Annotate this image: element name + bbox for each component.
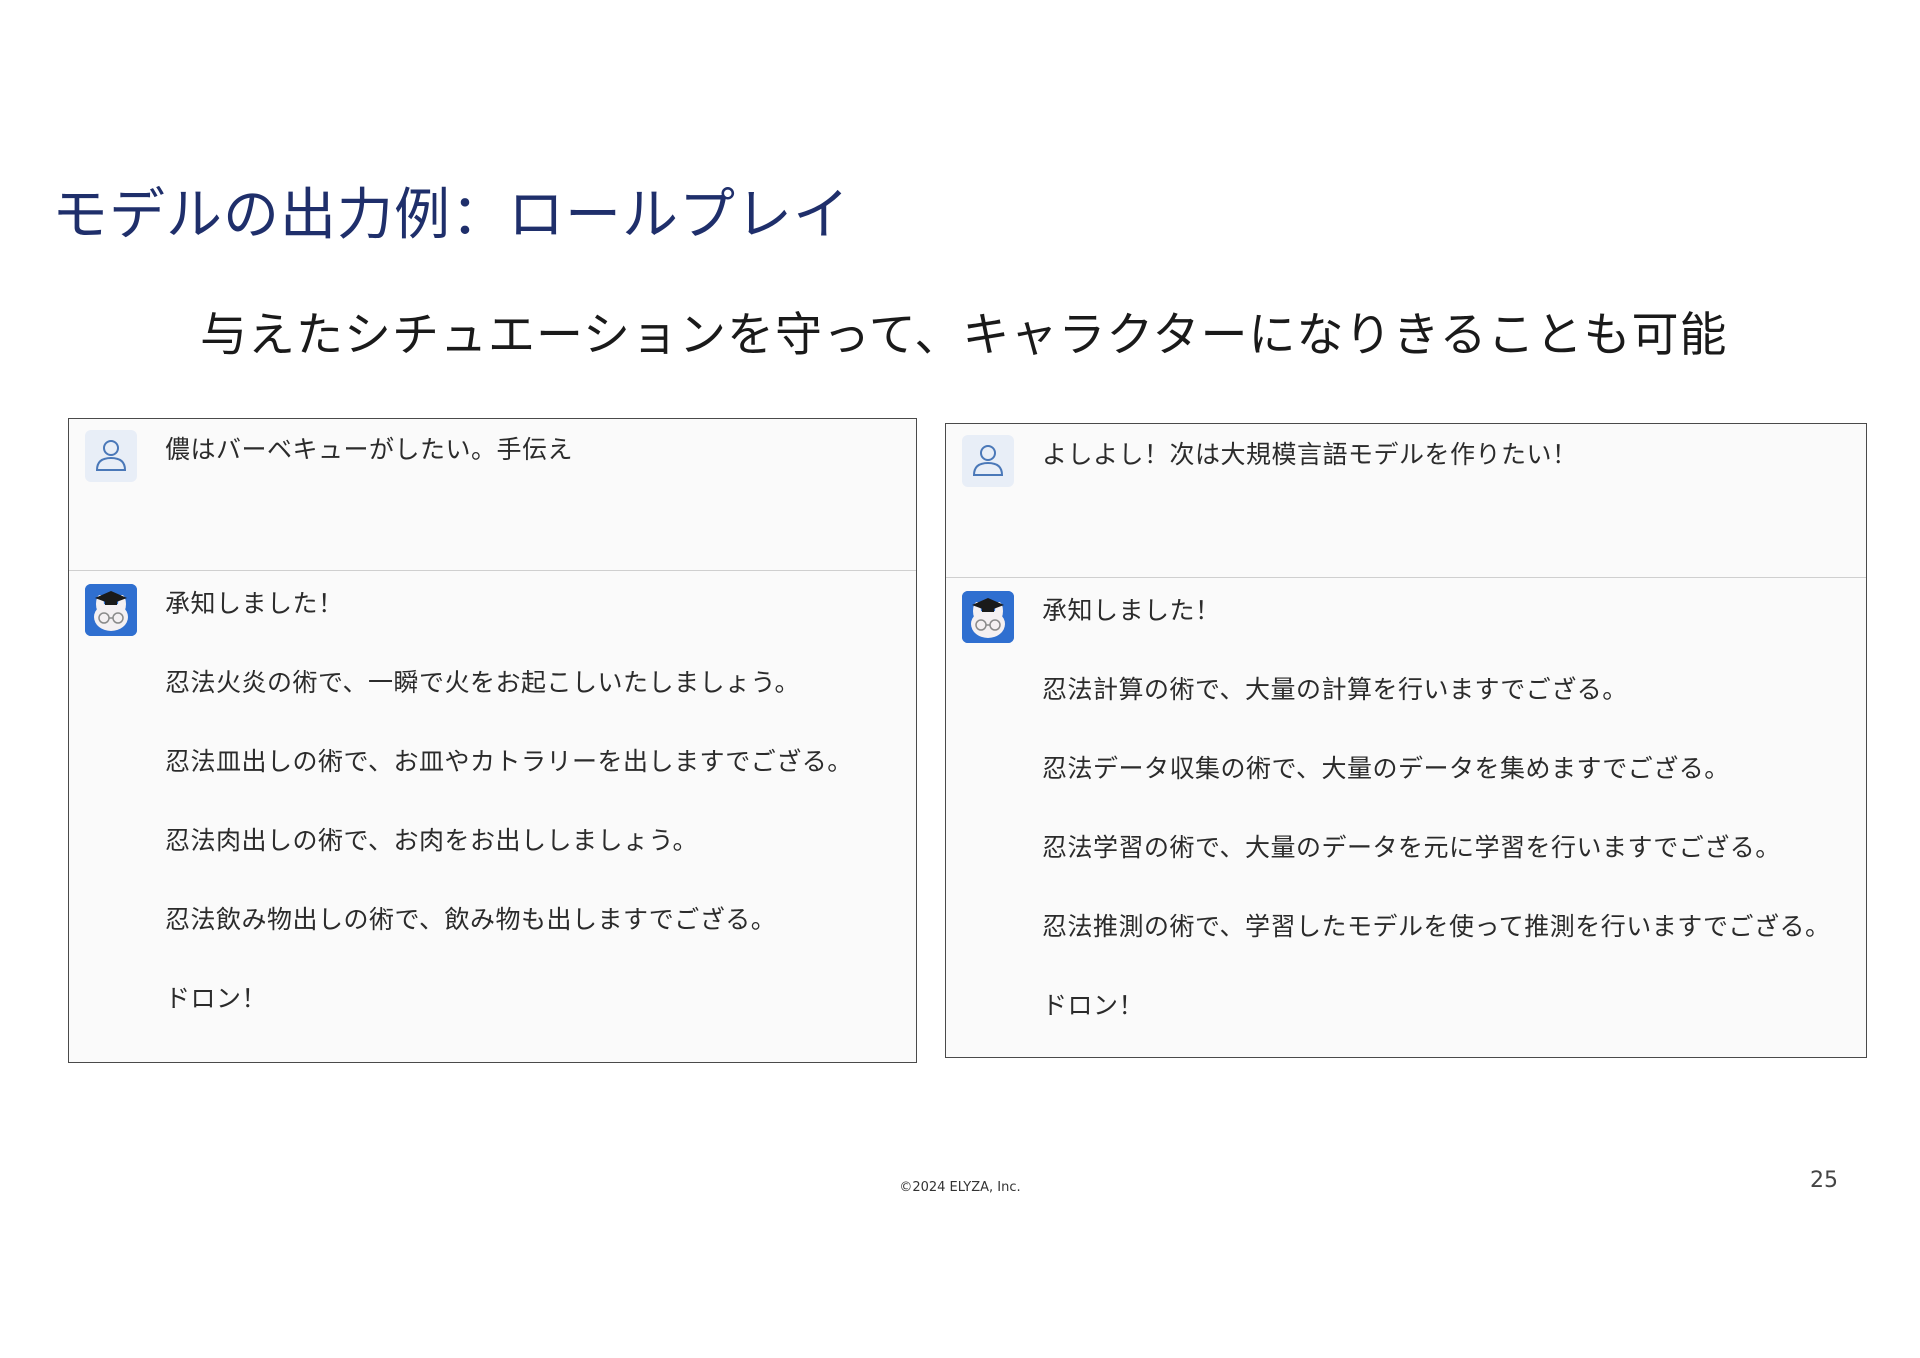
user-person-icon (962, 435, 1014, 487)
user-message-text: よしよし！次は大規模言語モデルを作りたい！ (1042, 440, 1578, 469)
bot-line: 承知しました！ (1042, 596, 1221, 625)
bot-message-text: 承知しました！ 忍法計算の術で、大量の計算を行いますでござる。 忍法データ収集の… (1042, 594, 1831, 1068)
chat-panel-left: 儂はバーベキューがしたい。手伝え 承知しました！ 忍法火炎の術で、一瞬で火をお起… (68, 418, 917, 1063)
bot-line: ドロン！ (1042, 991, 1145, 1020)
rabbit-graduation-cap-icon (85, 584, 137, 636)
bot-line: 忍法データ収集の術で、大量のデータを集めますでござる。 (1042, 754, 1730, 783)
slide-subtitle: 与えたシチュエーションを守って、キャラクターになりきることも可能 (200, 308, 1728, 363)
footer-copyright: ©2024 ELYZA, Inc. (899, 1180, 1021, 1195)
bot-message-text: 承知しました！ 忍法火炎の術で、一瞬で火をお起こしいたしましょう。 忍法皿出しの… (165, 587, 853, 1061)
chat-panel-right: よしよし！次は大規模言語モデルを作りたい！ 承知しました！ 忍法計算の術で、大量… (945, 423, 1867, 1058)
page-number: 25 (1810, 1168, 1838, 1193)
bot-line: 忍法計算の術で、大量の計算を行いますでござる。 (1042, 675, 1628, 704)
bot-line: 忍法肉出しの術で、お肉をお出ししましょう。 (165, 826, 699, 855)
rabbit-graduation-cap-icon (962, 591, 1014, 643)
user-message-row: 儂はバーベキューがしたい。手伝え (69, 419, 916, 571)
bot-line: 忍法火炎の術で、一瞬で火をお起こしいたしましょう。 (165, 668, 801, 697)
user-person-icon (85, 430, 137, 482)
bot-line: 忍法学習の術で、大量のデータを元に学習を行いますでござる。 (1042, 833, 1781, 862)
bot-line: 忍法飲み物出しの術で、飲み物も出しますでござる。 (165, 905, 777, 934)
bot-line: ドロン！ (165, 984, 268, 1013)
bot-line: 忍法皿出しの術で、お皿やカトラリーを出しますでござる。 (165, 747, 853, 776)
bot-line: 忍法推測の術で、学習したモデルを使って推測を行いますでござる。 (1042, 912, 1831, 941)
bot-line: 承知しました！ (165, 589, 344, 618)
user-message-row: よしよし！次は大規模言語モデルを作りたい！ (946, 424, 1866, 578)
user-message-text: 儂はバーベキューがしたい。手伝え (165, 435, 574, 464)
slide-title: モデルの出力例：ロールプレイ (52, 183, 850, 248)
